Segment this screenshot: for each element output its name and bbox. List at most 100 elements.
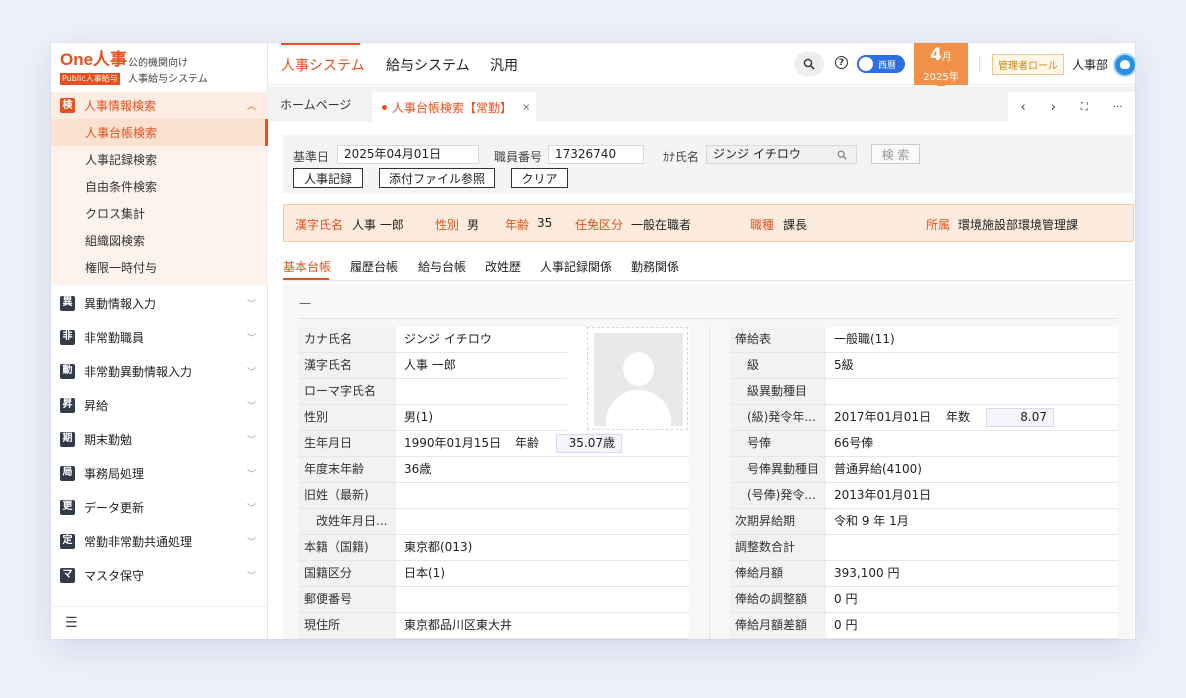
sidebar-item-data-update[interactable]: 更データ更新 ﹀ [51, 490, 268, 524]
sidebar-subitem-free-search[interactable]: 自由条件検索 [51, 173, 268, 200]
tab-history-ledger[interactable]: 履歴台帳 [350, 258, 398, 275]
table-row: 漢字氏名 人事 一郎 [299, 353, 567, 379]
next-tab-icon[interactable]: › [1051, 100, 1056, 115]
table-row: 級異動種目 [730, 379, 1118, 405]
appointment-value: 一般在職者 [631, 218, 692, 232]
sidebar-item-label: 非常勤職員 [84, 330, 145, 345]
tab-salary-ledger[interactable]: 給与台帳 [418, 258, 466, 275]
emp-no-input[interactable]: 17326740 [548, 145, 644, 164]
table-row: 性別 男(1) [299, 405, 567, 431]
sidebar-item-master[interactable]: ママスタ保守 ﹀ [51, 558, 268, 592]
field-value: 5級 [834, 358, 854, 372]
logo-main: One人事 [60, 50, 128, 69]
logo-tagline-2: 人事給与システム [128, 74, 208, 85]
global-search-button[interactable] [794, 52, 824, 76]
personnel-record-button[interactable]: 人事記録 [293, 168, 363, 188]
field-label: (号俸)発令... [730, 483, 826, 508]
sidebar-item-bonus[interactable]: 期期末勤勉 ﹀ [51, 422, 268, 456]
sidebar-item-label: 非常勤異動情報入力 [84, 364, 193, 379]
tab-personnel-records[interactable]: 人事記録関係 [540, 258, 612, 275]
search-icon[interactable] [837, 150, 847, 160]
field-label: 改姓年月日... [299, 509, 396, 534]
prev-tab-icon[interactable]: ‹ [1021, 100, 1026, 115]
sidebar-subitem-ledger-search[interactable]: 人事台帳検索 [51, 119, 268, 146]
table-row: 俸給の調整額 0 円 [730, 587, 1118, 613]
table-row: 号俸 66号俸 [730, 431, 1118, 457]
header-divider [979, 55, 980, 73]
basic-ledger-sheet: — カナ氏名 ジンジ イチロウ 漢字氏名 人事 一郎 ローマ字氏名 性別 男(1) 生… [283, 284, 1134, 639]
sidebar-item-label: 期末勤勉 [84, 432, 133, 447]
month-year: 2025年 [923, 72, 959, 83]
user-department[interactable]: 人事部 [1072, 56, 1108, 73]
kana-name-input[interactable]: ジンジ イチロウ [706, 145, 857, 164]
sidebar-subitem-record-search[interactable]: 人事記録検索 [51, 146, 268, 173]
attachment-button[interactable]: 添付ファイル参照 [379, 168, 495, 188]
active-dot-icon [382, 104, 387, 110]
field-label: 次期昇給期 [730, 509, 826, 534]
kana-name-value: ジンジ イチロウ [713, 147, 801, 161]
field-value: 普通昇給(4100) [834, 462, 922, 476]
field-label: 俸給の調整額 [730, 587, 826, 612]
tab-name-change-history[interactable]: 改姓歴 [485, 258, 521, 275]
close-icon[interactable]: × [522, 102, 530, 113]
chevron-up-icon: ︿ [246, 102, 256, 112]
user-avatar[interactable] [1113, 53, 1135, 77]
field-label: 俸給表 [730, 327, 826, 352]
sidebar-item-label: 異動情報入力 [84, 296, 157, 311]
sidebar-item-transfer-input[interactable]: 異異動情報入力 ﹀ [51, 286, 268, 320]
sidebar-collapse-button[interactable]: ☰ [51, 606, 268, 639]
sidebar-section-personnel-search[interactable]: 検 人事情報検索 ︿ [51, 92, 268, 119]
tab-work-related[interactable]: 勤務関係 [631, 258, 679, 275]
item-badge-icon: 更 [60, 499, 75, 515]
age-label: 年齢 [505, 218, 530, 232]
field-label: 漢字氏名 [299, 353, 396, 378]
field-value: 令和 9 年 1月 [834, 514, 909, 528]
tab-general[interactable]: 汎用 [490, 55, 518, 75]
era-toggle[interactable]: 西暦 [857, 55, 905, 73]
placeholder-head [623, 352, 654, 386]
field-value: 66号俸 [834, 436, 874, 450]
search-button[interactable]: 検 索 [871, 144, 920, 164]
fullscreen-icon[interactable]: ⛶ [1081, 102, 1088, 113]
chevron-down-icon: ﹀ [246, 299, 256, 310]
field-label: カナ氏名 [299, 327, 396, 352]
field-label: 生年月日 [299, 431, 396, 456]
role-badge[interactable]: 管理者ロール [992, 54, 1064, 75]
page-tab-ledger-search[interactable]: 人事台帳検索【常勤】 × [372, 92, 536, 122]
tab-basic-ledger[interactable]: 基本台帳 [283, 258, 331, 275]
tab-hr-system[interactable]: 人事システム [281, 55, 365, 75]
field-label: 年度末年齢 [299, 457, 396, 482]
placeholder-body [606, 390, 671, 426]
help-icon[interactable]: ? [835, 56, 848, 69]
field-label: 現住所 [299, 613, 396, 638]
base-date-input[interactable]: 2025年04月01日 [337, 145, 479, 164]
field-label: 本籍（国籍) [299, 535, 396, 560]
tab-payroll-system[interactable]: 給与システム [386, 55, 470, 75]
more-icon[interactable]: ··· [1113, 102, 1123, 113]
table-row: 俸給表 一般職(11) [730, 327, 1118, 353]
sidebar-item-raise[interactable]: 昇昇給 ﹀ [51, 388, 268, 422]
clear-button[interactable]: クリア [511, 168, 568, 188]
sidebar-item-office[interactable]: 局事務局処理 ﹀ [51, 456, 268, 490]
field-value: 2013年01月01日 [834, 488, 932, 502]
logo-tagline-1: 公的機関向け [128, 58, 188, 69]
field-label: 郵便番号 [299, 587, 396, 612]
chevron-down-icon: ﹀ [246, 333, 256, 344]
employee-photo[interactable] [587, 327, 688, 430]
field-label: 調整数合計 [730, 535, 826, 560]
table-row: 級 5級 [730, 353, 1118, 379]
section-badge-icon: 検 [60, 98, 75, 113]
sidebar-subitem-temp-permission[interactable]: 権限一時付与 [51, 254, 268, 281]
chevron-down-icon: ﹀ [246, 469, 256, 480]
item-badge-icon: 局 [60, 465, 75, 481]
sidebar-item-part-time-transfer[interactable]: 動非常勤異動情報入力 ﹀ [51, 354, 268, 388]
table-row: 旧姓（最新) [299, 483, 689, 509]
age-field: 35.07歳 [556, 434, 622, 453]
section-divider [299, 318, 1118, 319]
sidebar-subitem-org-chart[interactable]: 組織図検索 [51, 227, 268, 254]
page-tab-home[interactable]: ホームページ [280, 86, 351, 122]
sidebar-item-part-time[interactable]: 非非常勤職員 ﹀ [51, 320, 268, 354]
sidebar-item-common[interactable]: 定常勤非常勤共通処理 ﹀ [51, 524, 268, 558]
field-value: ジンジ イチロウ [404, 332, 492, 346]
sidebar-subitem-cross-tab[interactable]: クロス集計 [51, 200, 268, 227]
